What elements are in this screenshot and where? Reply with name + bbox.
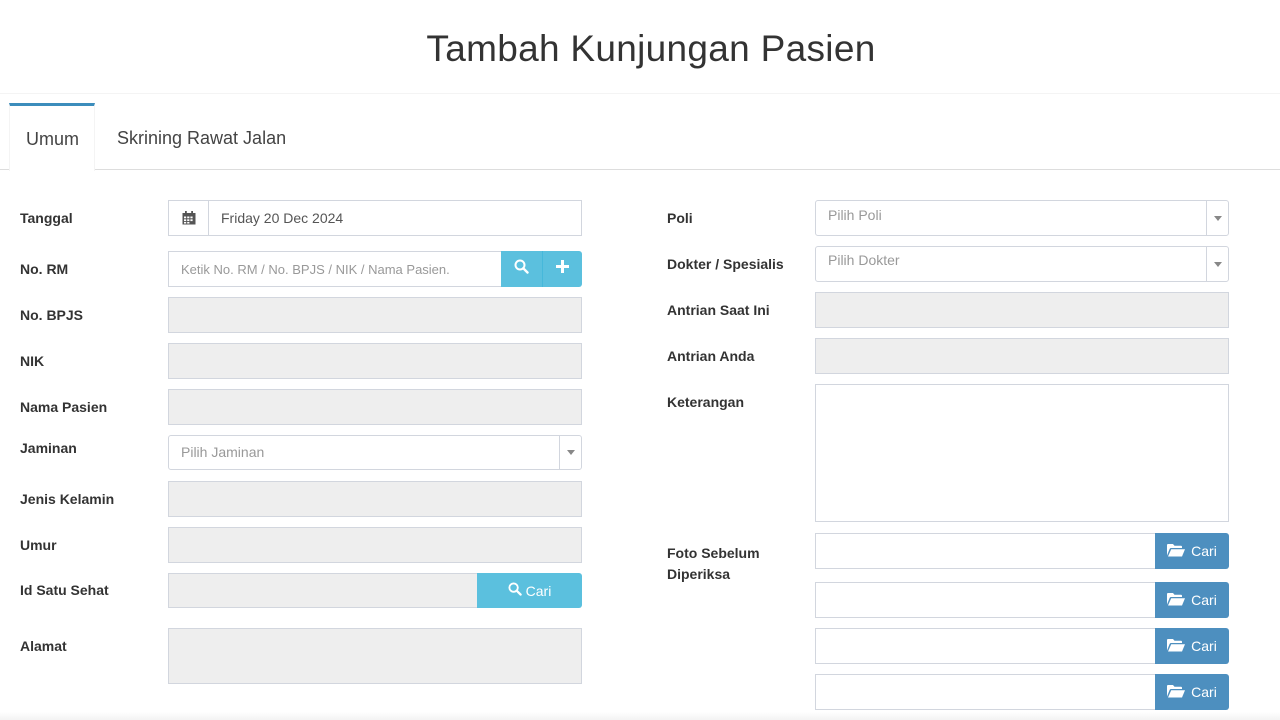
chevron-down-icon[interactable] [559,436,581,469]
foto-label-line1: Foto Sebelum [667,545,760,561]
tanggal-value: Friday 20 Dec 2024 [221,210,344,226]
antrian-saat-ini-label: Antrian Saat Ini [667,302,770,318]
nik-field [168,343,582,379]
keterangan-textarea[interactable] [815,384,1229,522]
nama-pasien-label: Nama Pasien [20,399,108,415]
bottom-shadow [0,712,1280,720]
jaminan-select[interactable]: Pilih Jaminan [168,435,582,470]
foto-label: Foto Sebelum Diperiksa [667,543,760,585]
folder-open-icon [1167,592,1186,609]
poli-select[interactable]: Pilih Poli [815,200,1229,236]
folder-open-icon [1167,684,1186,701]
foto-file-input[interactable] [815,533,1156,569]
antrian-saat-ini-field [815,292,1229,328]
search-icon [514,259,529,279]
nama-pasien-field [168,389,582,425]
tanggal-label: Tanggal [20,210,73,226]
antrian-anda-field [815,338,1229,374]
nik-label: NIK [20,353,45,369]
jenis-kelamin-field [168,481,582,517]
folder-open-icon [1167,543,1186,560]
title-divider [0,93,1280,94]
id-satu-sehat-field [168,573,478,608]
cari-satu-sehat-label: Cari [525,582,552,599]
calendar-icon[interactable] [169,201,209,235]
cari-foto-button[interactable]: Cari [1155,628,1229,664]
no-bpjs-field [168,297,582,333]
dokter-select[interactable]: Pilih Dokter [815,246,1229,282]
tab-bar: Umum Skrining Rawat Jalan [0,103,1280,171]
keterangan-label: Keterangan [667,394,745,410]
alamat-field [168,628,582,684]
jaminan-placeholder: Pilih Jaminan [181,444,265,460]
poli-placeholder: Pilih Poli [828,207,882,223]
folder-open-icon [1167,638,1186,655]
foto-file-input[interactable] [815,674,1156,710]
tanggal-field[interactable]: Friday 20 Dec 2024 [168,200,582,236]
cari-foto-button[interactable]: Cari [1155,533,1229,569]
antrian-anda-label: Antrian Anda [667,348,755,364]
cari-foto-label: Cari [1191,592,1217,608]
dokter-placeholder: Pilih Dokter [828,252,900,268]
no-bpjs-label: No. BPJS [20,307,84,323]
search-patient-button[interactable] [501,251,542,287]
poli-label: Poli [667,210,693,226]
no-rm-search-input[interactable]: Ketik No. RM / No. BPJS / NIK / Nama Pas… [168,251,502,287]
foto-file-input[interactable] [815,628,1156,664]
cari-satu-sehat-button[interactable]: Cari [477,573,582,608]
dokter-label: Dokter / Spesialis [667,256,784,272]
search-icon [508,582,522,599]
id-satu-sehat-label: Id Satu Sehat [20,582,109,598]
plus-icon [556,260,569,278]
cari-foto-label: Cari [1191,684,1217,700]
umur-field [168,527,582,563]
jaminan-label: Jaminan [20,440,77,456]
chevron-down-icon[interactable] [1206,201,1228,235]
tab-skrining-rawat-jalan[interactable]: Skrining Rawat Jalan [101,103,302,170]
add-patient-button[interactable] [542,251,582,287]
cari-foto-button[interactable]: Cari [1155,674,1229,710]
umur-label: Umur [20,537,57,553]
foto-file-input[interactable] [815,582,1156,618]
no-rm-label: No. RM [20,261,69,277]
jenis-kelamin-label: Jenis Kelamin [20,491,115,507]
page-title: Tambah Kunjungan Pasien [426,28,876,69]
tab-umum[interactable]: Umum [9,103,95,171]
cari-foto-label: Cari [1191,543,1217,559]
no-rm-placeholder: Ketik No. RM / No. BPJS / NIK / Nama Pas… [181,261,450,277]
foto-label-line2: Diperiksa [667,566,731,582]
cari-foto-button[interactable]: Cari [1155,582,1229,618]
chevron-down-icon[interactable] [1206,247,1228,281]
alamat-label: Alamat [20,638,67,654]
cari-foto-label: Cari [1191,638,1217,654]
